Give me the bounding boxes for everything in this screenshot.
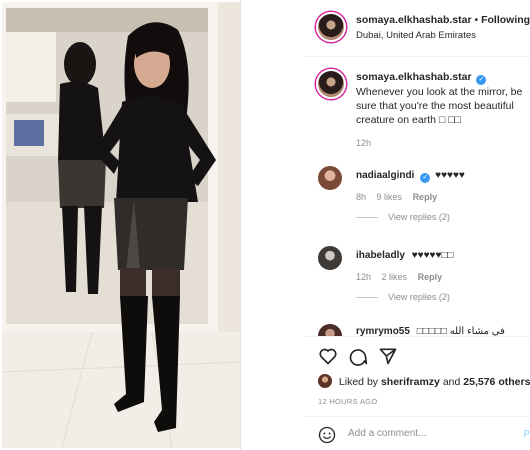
comment-text-block: nadiaalgindi ✓ ♥♥♥♥♥ xyxy=(356,170,465,183)
post-header: somaya.elkhashab.star • Following Dubai,… xyxy=(304,10,530,50)
instagram-post: somaya.elkhashab.star • Following Dubai,… xyxy=(0,0,530,450)
comment-item: rymrymo55 □□□□□ في مشاء الله xyxy=(304,322,530,336)
add-comment-input[interactable] xyxy=(348,428,508,439)
comment-text: □□□□□ في مشاء الله xyxy=(416,326,505,336)
likes-count[interactable]: 25,576 others xyxy=(463,376,530,388)
view-replies-button[interactable]: View replies (2) xyxy=(356,292,450,302)
emoji-icon[interactable] xyxy=(318,426,336,444)
header-divider xyxy=(304,56,530,57)
post-timestamp[interactable]: 12 HOURS AGO xyxy=(318,397,377,406)
replies-dash xyxy=(356,297,378,299)
liker-username[interactable]: sheriframzy xyxy=(381,376,440,388)
comment-likes[interactable]: 9 likes xyxy=(377,192,403,202)
comment-icon[interactable] xyxy=(348,346,368,366)
post-photo[interactable] xyxy=(2,2,240,448)
commenter-avatar[interactable] xyxy=(318,324,342,336)
verified-badge-icon: ✓ xyxy=(420,173,431,183)
post-location[interactable]: Dubai, United Arab Emirates xyxy=(356,30,476,41)
comment-item: ihabeladly ♥♥♥♥♥□□ 12h 2 likes Reply Vie… xyxy=(304,246,530,306)
comment-text: ♥♥♥♥♥□□ xyxy=(411,250,454,261)
comment-box-divider xyxy=(304,416,530,417)
likes-and: and xyxy=(442,376,461,388)
view-replies-button[interactable]: View replies (2) xyxy=(356,212,450,222)
share-icon[interactable] xyxy=(378,346,398,366)
view-replies-label: View replies (2) xyxy=(388,292,450,302)
caption-username[interactable]: somaya.elkhashab.star xyxy=(356,71,472,83)
author-username[interactable]: somaya.elkhashab.star xyxy=(356,14,472,26)
post-sidebar: somaya.elkhashab.star • Following Dubai,… xyxy=(304,0,530,450)
mirror-selfie-image xyxy=(2,2,240,448)
author-avatar[interactable] xyxy=(316,12,346,42)
comment-time: 12h xyxy=(356,272,372,282)
add-comment-row: P xyxy=(304,420,530,450)
reply-button[interactable]: Reply xyxy=(418,272,443,282)
following-button[interactable]: Following xyxy=(481,14,530,26)
post-comment-button[interactable]: P xyxy=(523,429,530,440)
comment-text-block: ihabeladly ♥♥♥♥♥□□ xyxy=(356,250,453,261)
verified-badge-icon: ✓ xyxy=(476,75,487,85)
commenter-username[interactable]: nadiaalgindi xyxy=(356,170,414,181)
comment-time: 8h xyxy=(356,192,367,202)
reply-button[interactable]: Reply xyxy=(413,192,438,202)
likes-summary: Liked by sheriframzy and 25,576 others xyxy=(318,374,530,388)
comment-item: nadiaalgindi ✓ ♥♥♥♥♥ 8h 9 likes Reply Vie… xyxy=(304,166,530,226)
caption-time: 12h xyxy=(356,138,372,148)
commenter-avatar[interactable] xyxy=(318,246,342,270)
caption-text-block: somaya.elkhashab.star ✓ Whenever you loo… xyxy=(356,70,530,127)
comment-meta: 12h 2 likes Reply xyxy=(356,272,450,282)
liker-avatar[interactable] xyxy=(318,374,332,388)
likes-prefix: Liked by xyxy=(338,376,379,388)
comment-text: ♥♥♥♥♥ xyxy=(435,170,465,181)
comment-likes[interactable]: 2 likes xyxy=(382,272,408,282)
author-line: somaya.elkhashab.star • Following xyxy=(356,14,530,26)
caption-text: Whenever you look at the mirror, be sure… xyxy=(356,86,523,126)
commenter-username[interactable]: rymrymo55 xyxy=(356,326,410,336)
view-replies-label: View replies (2) xyxy=(388,212,450,222)
replies-dash xyxy=(356,217,378,219)
panel-divider xyxy=(240,0,241,450)
actions-divider xyxy=(304,336,530,337)
follow-separator: • xyxy=(474,14,479,26)
commenter-avatar[interactable] xyxy=(318,166,342,190)
comment-meta: 8h 9 likes Reply xyxy=(356,192,445,202)
comment-text-block: rymrymo55 □□□□□ في مشاء الله xyxy=(356,326,505,336)
heart-icon[interactable] xyxy=(318,346,338,366)
commenter-username[interactable]: ihabeladly xyxy=(356,250,405,261)
caption-avatar[interactable] xyxy=(316,69,346,99)
